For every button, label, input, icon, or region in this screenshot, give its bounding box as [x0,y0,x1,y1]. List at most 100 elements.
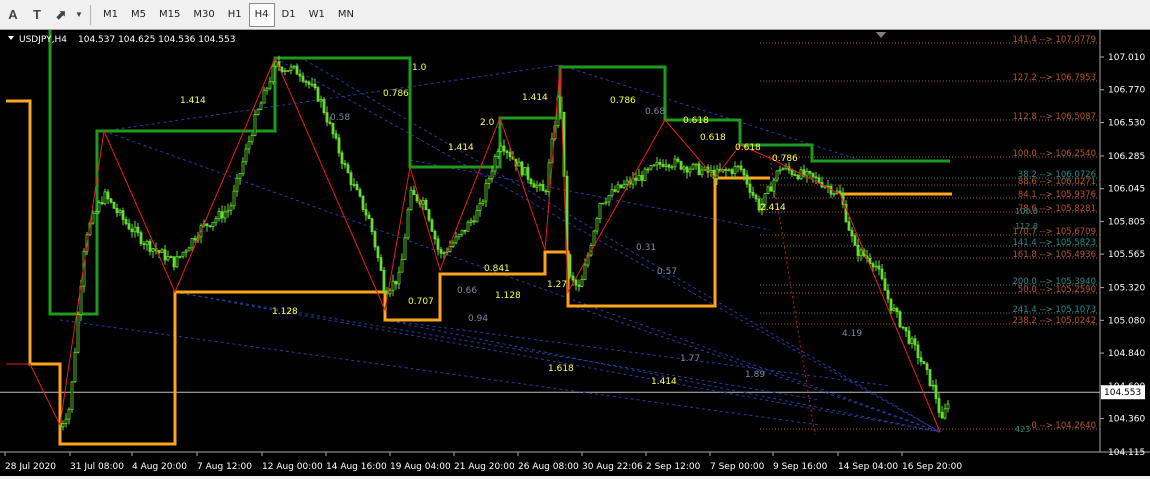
timeframe-m1-button[interactable]: M1 [97,3,124,27]
timeframe-h4-button[interactable]: H4 [248,2,275,27]
candle-body [94,211,98,214]
fib-level-label: 0 --> 104.2640 [1031,421,1096,431]
candle-body [100,202,104,205]
text-tool-icon[interactable]: A [2,4,24,26]
candle-body [166,256,170,261]
candle-body [73,351,77,383]
candle-body [577,284,581,287]
ratio-label: 0.841 [484,264,510,274]
candle-body [313,83,317,89]
time-axis-label: 31 Jul 08:00 [70,462,124,472]
candle-body [382,269,386,292]
candle-body [160,249,164,253]
candle-body [610,189,614,196]
timeframe-m5-button[interactable]: M5 [125,3,152,27]
time-axis-label: 7 Sep 00:00 [710,462,765,472]
toolbar-separator [90,4,91,25]
candle-body [319,99,323,102]
candle-body [853,235,857,246]
candle-body [364,209,368,216]
candle-body [535,184,539,188]
candle-body [340,152,344,164]
candle-body [613,189,617,192]
candle-body [595,218,599,232]
candle-body [130,228,134,233]
time-axis-label: 7 Aug 12:00 [197,462,252,472]
candle-body [574,279,578,286]
candle-body [121,210,125,220]
time-axis-label: 21 Aug 20:00 [454,462,515,472]
candle-body [211,221,215,228]
candle-body [217,211,221,220]
timeframe-d1-button[interactable]: D1 [276,3,302,27]
candle-body [649,165,653,170]
ratio-label: 4.19 [842,329,862,339]
candle-body [913,338,917,346]
candle-body [331,123,335,135]
chart-toolbar: A T ⬈ ▼ M1 M5 M15 M30 H1 H4 D1 W1 MN [0,0,1150,30]
candle-body [157,250,161,253]
candle-body [415,194,419,202]
timeframe-w1-button[interactable]: W1 [303,3,331,27]
arrows-tool-icon[interactable]: ⬈ [50,4,72,26]
candle-body [208,225,212,228]
timeframe-h1-button[interactable]: H1 [222,3,248,27]
timeframe-m15-button[interactable]: M15 [153,3,186,27]
candle-body [280,66,284,73]
fib-level-label: 112.8 --> 106.5087 [1012,112,1096,122]
ratio-label: 0.707 [408,297,434,307]
candle-body [895,307,899,313]
candle-body [937,398,941,413]
timeframe-m30-button[interactable]: M30 [187,3,220,27]
time-axis-label: 2 Sep 12:00 [646,462,701,472]
ratio-label: 1.618 [548,364,574,374]
candle-body [745,174,749,185]
ratio-label: 0.57 [657,267,677,277]
candle-body [832,193,836,195]
ratio-label: 1.89 [745,370,765,380]
chart-canvas[interactable]: 107.010 106.770 106.530 106.285 106.045 105.8… [0,30,1150,476]
candle-body [526,167,530,180]
candle-body [475,209,479,223]
time-axis-label: 14 Aug 16:00 [326,462,387,472]
candle-body [376,246,380,259]
candle-body [205,223,209,227]
candle-body [571,275,575,281]
candle-body [478,202,482,211]
candle-body [907,330,911,344]
candle-body [922,361,926,365]
candle-body [736,165,740,168]
candle-body [544,190,548,193]
candle-body [856,244,860,257]
ratio-label: 0.66 [457,286,477,296]
candle-body [190,238,194,249]
candle-body [811,172,815,178]
candle-body [724,168,728,171]
ratio-label: 0.94 [468,314,488,324]
fib-level-label: 241.4 --> 105.1073 [1012,305,1096,315]
candle-body [61,423,65,428]
ratio-label: 1.77 [680,354,700,364]
price-axis-label: 106.530 [1108,118,1145,128]
candle-body [91,212,95,224]
fib-level-label: 423 [1015,425,1030,434]
candle-body [145,240,149,246]
candle-body [751,191,755,196]
candle-body [421,199,425,205]
candle-body [877,265,881,270]
candle-body [352,183,356,186]
timeframe-mn-button[interactable]: MN [332,3,360,27]
candle-body [904,327,908,332]
text-label-tool-icon[interactable]: T [26,4,48,26]
candle-body [169,256,173,258]
candle-body [493,155,497,172]
candle-body [721,168,725,172]
candle-body [886,289,890,300]
candle-body [283,70,287,73]
chevron-down-icon[interactable]: ▼ [74,4,84,26]
price-chart[interactable]: 107.010 106.770 106.530 106.285 106.045 105.8… [0,30,1150,476]
ratio-label: 1.414 [448,143,474,153]
candle-body [358,189,362,197]
time-axis-label: 30 Aug 22:06 [582,462,643,472]
ratio-label: 1.414 [651,377,677,387]
